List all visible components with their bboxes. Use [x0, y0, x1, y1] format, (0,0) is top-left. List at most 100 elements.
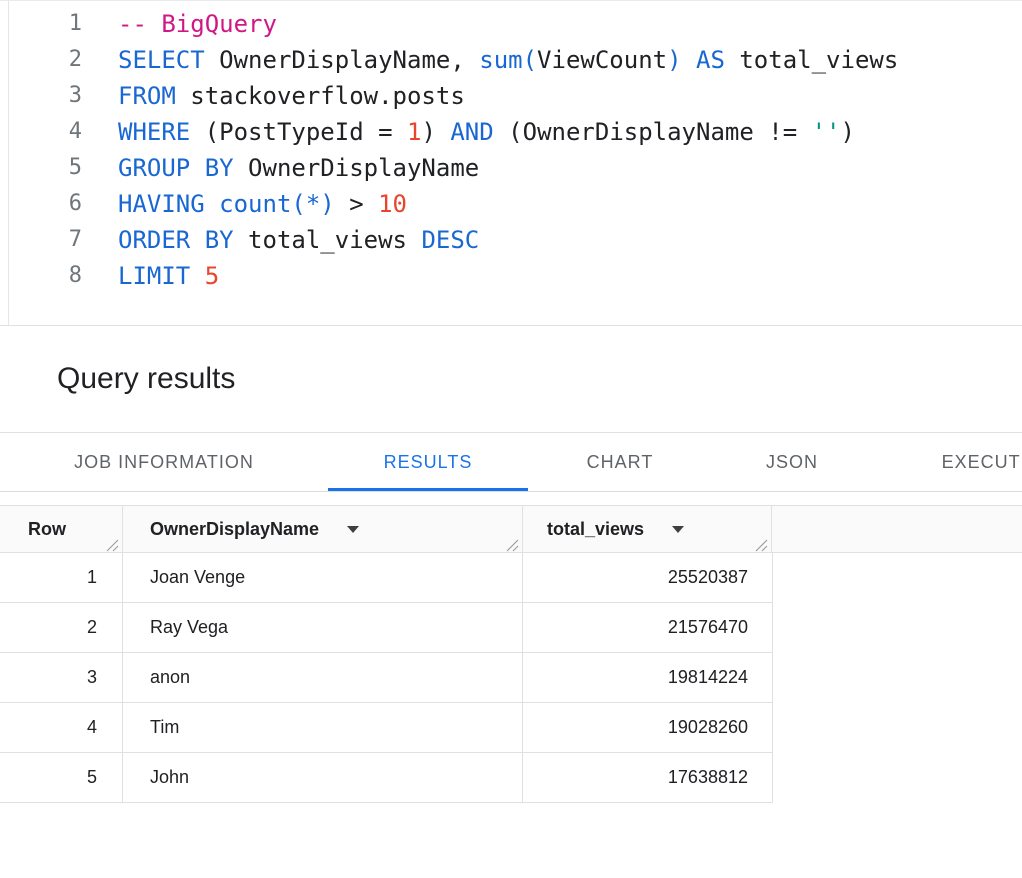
code-line[interactable]: 5GROUP BY OwnerDisplayName [0, 150, 1022, 186]
sql-token-function: count(*) [219, 190, 335, 218]
code-text: GROUP BY OwnerDisplayName [82, 150, 479, 186]
line-number: 1 [0, 6, 82, 42]
code-text: -- BigQuery [82, 6, 277, 42]
table-row: 3anon19814224 [0, 653, 773, 703]
column-resize-handle[interactable] [754, 536, 768, 550]
total-views-cell: 25520387 [523, 553, 772, 602]
table-row: 4Tim19028260 [0, 703, 773, 753]
sql-token-plain: stackoverflow.posts [176, 82, 465, 110]
sql-token-plain: total_views [234, 226, 422, 254]
column-label: Row [28, 519, 66, 540]
row-number-cell: 5 [0, 753, 123, 802]
code-line[interactable]: 1 -- BigQuery [0, 6, 1022, 42]
total-views-cell: 19028260 [523, 703, 772, 752]
sort-caret-icon[interactable] [672, 526, 684, 533]
table-body: 1Joan Venge255203872Ray Vega215764703ano… [0, 553, 1022, 803]
table-header-filler [772, 506, 1022, 552]
sql-token-plain: (OwnerDisplayName != [494, 118, 812, 146]
line-number: 7 [0, 222, 82, 258]
sql-token-plain: OwnerDisplayName [234, 154, 480, 182]
sql-token-number: 10 [378, 190, 407, 218]
row-number-cell: 2 [0, 603, 123, 652]
owner-display-name-cell: Joan Venge [123, 553, 523, 602]
page-title: Query results [57, 362, 235, 396]
sql-token-function: ) [667, 46, 681, 74]
total-views-cell: 21576470 [523, 603, 772, 652]
code-text: LIMIT 5 [82, 258, 219, 294]
sql-token-keyword: GROUP BY [118, 154, 234, 182]
column-header-row: Row [0, 506, 123, 552]
sql-token-number: 5 [205, 262, 219, 290]
results-tabbar: JOB INFORMATIONRESULTSCHARTJSONEXECUTION… [0, 433, 1022, 492]
sql-token-plain: OwnerDisplayName, [205, 46, 480, 74]
sql-token-function: sum( [479, 46, 537, 74]
sql-token-plain [205, 190, 219, 218]
line-number: 5 [0, 150, 82, 186]
code-line[interactable]: 3FROM stackoverflow.posts [0, 78, 1022, 114]
code-text: ORDER BY total_views DESC [82, 222, 479, 258]
sql-token-plain: ViewCount [537, 46, 667, 74]
column-resize-handle[interactable] [505, 536, 519, 550]
code-line[interactable]: 7ORDER BY total_views DESC [0, 222, 1022, 258]
query-results-header: Query results [0, 326, 1022, 433]
tab-execution-details[interactable]: EXECUTION DETAILS [872, 433, 1022, 491]
line-number: 2 [0, 42, 82, 78]
column-header-ownerdisplayname[interactable]: OwnerDisplayName [123, 506, 523, 552]
row-number-cell: 4 [0, 703, 123, 752]
code-area[interactable]: 1-- BigQuery2SELECT OwnerDisplayName, su… [0, 6, 1022, 294]
sql-token-plain: total_views [725, 46, 898, 74]
table-row: 1Joan Venge25520387 [0, 553, 773, 603]
tab-results[interactable]: RESULTS [328, 433, 528, 491]
line-number: 4 [0, 114, 82, 150]
tab-chart[interactable]: CHART [528, 433, 712, 491]
column-header-total_views[interactable]: total_views [523, 506, 772, 552]
tab-job-information[interactable]: JOB INFORMATION [0, 433, 328, 491]
sql-token-keyword: AS [696, 46, 725, 74]
column-label: total_views [547, 519, 644, 540]
tab-json[interactable]: JSON [712, 433, 872, 491]
sql-token-keyword: DESC [421, 226, 479, 254]
code-text: HAVING count(*) > 10 [82, 186, 407, 222]
editor-gutter-divider [8, 1, 9, 325]
sort-caret-icon[interactable] [347, 526, 359, 533]
table-header-row: Row OwnerDisplayName total_views [0, 505, 1022, 553]
code-text: FROM stackoverflow.posts [82, 78, 465, 114]
row-number-cell: 1 [0, 553, 123, 602]
sql-token-keyword: FROM [118, 82, 176, 110]
code-text: WHERE (PostTypeId = 1) AND (OwnerDisplay… [82, 114, 855, 150]
code-line[interactable]: 6HAVING count(*) > 10 [0, 186, 1022, 222]
line-number: 6 [0, 186, 82, 222]
sql-token-plain: (PostTypeId = [190, 118, 407, 146]
owner-display-name-cell: anon [123, 653, 523, 702]
sql-token-plain: > [335, 190, 378, 218]
line-number: 8 [0, 258, 82, 294]
sql-token-plain [682, 46, 696, 74]
owner-display-name-cell: Tim [123, 703, 523, 752]
code-line[interactable]: 4WHERE (PostTypeId = 1) AND (OwnerDispla… [0, 114, 1022, 150]
line-number: 3 [0, 78, 82, 114]
table-row: 2Ray Vega21576470 [0, 603, 773, 653]
sql-token-plain: ) [421, 118, 450, 146]
table-row: 5John17638812 [0, 753, 773, 803]
total-views-cell: 17638812 [523, 753, 772, 802]
sql-token-keyword: SELECT [118, 46, 205, 74]
row-number-cell: 3 [0, 653, 123, 702]
owner-display-name-cell: John [123, 753, 523, 802]
sql-token-comment: -- BigQuery [118, 10, 277, 38]
results-table: Row OwnerDisplayName total_views 1Joan Ven… [0, 505, 1022, 803]
code-line[interactable]: 8LIMIT 5 [0, 258, 1022, 294]
sql-token-keyword: WHERE [118, 118, 190, 146]
sql-token-keyword: AND [450, 118, 493, 146]
sql-token-plain: ) [841, 118, 855, 146]
code-line[interactable]: 2SELECT OwnerDisplayName, sum(ViewCount)… [0, 42, 1022, 78]
column-label: OwnerDisplayName [150, 519, 319, 540]
sql-token-string: '' [812, 118, 841, 146]
owner-display-name-cell: Ray Vega [123, 603, 523, 652]
sql-token-keyword: LIMIT [118, 262, 190, 290]
column-resize-handle[interactable] [105, 536, 119, 550]
sql-editor[interactable]: 1-- BigQuery2SELECT OwnerDisplayName, su… [0, 0, 1022, 326]
sql-token-plain [190, 262, 204, 290]
code-text: SELECT OwnerDisplayName, sum(ViewCount) … [82, 42, 898, 78]
sql-token-keyword: ORDER BY [118, 226, 234, 254]
total-views-cell: 19814224 [523, 653, 772, 702]
